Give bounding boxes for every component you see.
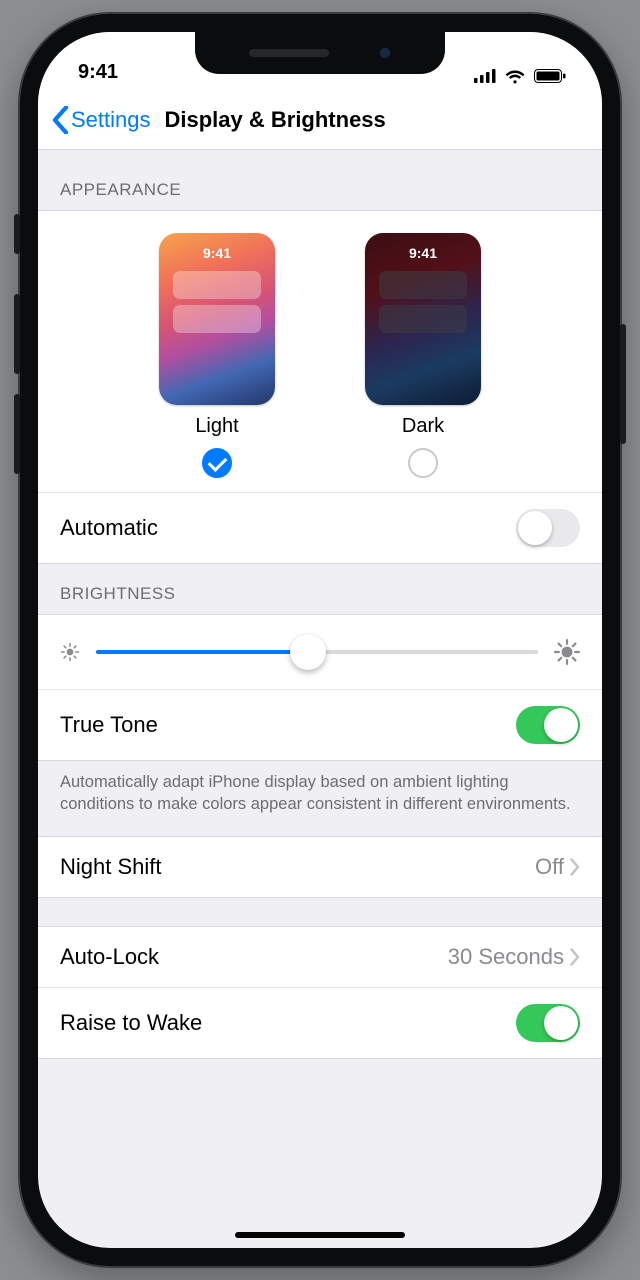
home-indicator[interactable]: [235, 1232, 405, 1238]
true-tone-label: True Tone: [60, 712, 158, 738]
automatic-label: Automatic: [60, 515, 158, 541]
preview-widget: [379, 271, 467, 299]
night-shift-group: Night Shift Off: [38, 836, 602, 898]
notch: [195, 32, 445, 74]
slider-thumb[interactable]: [290, 634, 326, 670]
true-tone-row: True Tone: [38, 689, 602, 760]
status-time: 9:41: [78, 61, 118, 84]
sun-large-icon: [554, 639, 580, 665]
mute-switch[interactable]: [14, 214, 20, 254]
preview-time: 9:41: [365, 245, 481, 261]
brightness-slider[interactable]: [96, 635, 538, 669]
brightness-slider-row: [38, 615, 602, 689]
auto-lock-label: Auto-Lock: [60, 944, 159, 970]
dark-mode-preview: 9:41: [365, 233, 481, 405]
appearance-radio-dark[interactable]: [408, 448, 438, 478]
sun-small-icon: [60, 642, 80, 662]
wifi-icon: [504, 68, 526, 84]
phone-frame: 9:41 Settings Display & Brightness APPEA…: [20, 14, 620, 1266]
front-camera: [379, 47, 391, 59]
appearance-option-light[interactable]: 9:41 Light: [159, 233, 275, 478]
navigation-bar: Settings Display & Brightness: [38, 90, 602, 150]
appearance-radio-light[interactable]: [202, 448, 232, 478]
raise-to-wake-label: Raise to Wake: [60, 1010, 202, 1036]
cellular-icon: [474, 69, 496, 83]
content[interactable]: APPEARANCE 9:41 Light 9:41: [38, 150, 602, 1248]
power-button[interactable]: [620, 324, 626, 444]
slider-fill: [96, 650, 308, 654]
appearance-option-label: Dark: [402, 415, 444, 438]
auto-lock-value: 30 Seconds: [448, 944, 564, 970]
preview-widget: [173, 305, 261, 333]
night-shift-label: Night Shift: [60, 854, 162, 880]
raise-to-wake-toggle[interactable]: [516, 1004, 580, 1042]
preview-widget: [379, 305, 467, 333]
raise-to-wake-row: Raise to Wake: [38, 987, 602, 1058]
appearance-option-dark[interactable]: 9:41 Dark: [365, 233, 481, 478]
chevron-left-icon: [52, 106, 69, 134]
automatic-toggle[interactable]: [516, 509, 580, 547]
true-tone-footer: Automatically adapt iPhone display based…: [38, 761, 602, 836]
night-shift-value: Off: [535, 854, 564, 880]
appearance-group: 9:41 Light 9:41 Dark: [38, 210, 602, 564]
volume-down-button[interactable]: [14, 394, 20, 474]
appearance-section-header: APPEARANCE: [38, 150, 602, 210]
battery-icon: [534, 69, 566, 83]
earpiece: [249, 49, 329, 57]
appearance-option-label: Light: [195, 415, 238, 438]
brightness-group: True Tone: [38, 614, 602, 761]
light-mode-preview: 9:41: [159, 233, 275, 405]
spacer: [38, 898, 602, 926]
preview-widget: [173, 271, 261, 299]
more-group: Auto-Lock 30 Seconds Raise to Wake: [38, 926, 602, 1059]
volume-up-button[interactable]: [14, 294, 20, 374]
page-title: Display & Brightness: [165, 107, 386, 133]
night-shift-row[interactable]: Night Shift Off: [38, 837, 602, 897]
screen: 9:41 Settings Display & Brightness APPEA…: [38, 32, 602, 1248]
auto-lock-row[interactable]: Auto-Lock 30 Seconds: [38, 927, 602, 987]
automatic-row: Automatic: [38, 492, 602, 563]
chevron-right-icon: [570, 948, 580, 966]
back-label: Settings: [71, 107, 151, 133]
chevron-right-icon: [570, 858, 580, 876]
preview-time: 9:41: [159, 245, 275, 261]
back-button[interactable]: Settings: [38, 106, 151, 134]
true-tone-toggle[interactable]: [516, 706, 580, 744]
brightness-section-header: BRIGHTNESS: [38, 564, 602, 614]
